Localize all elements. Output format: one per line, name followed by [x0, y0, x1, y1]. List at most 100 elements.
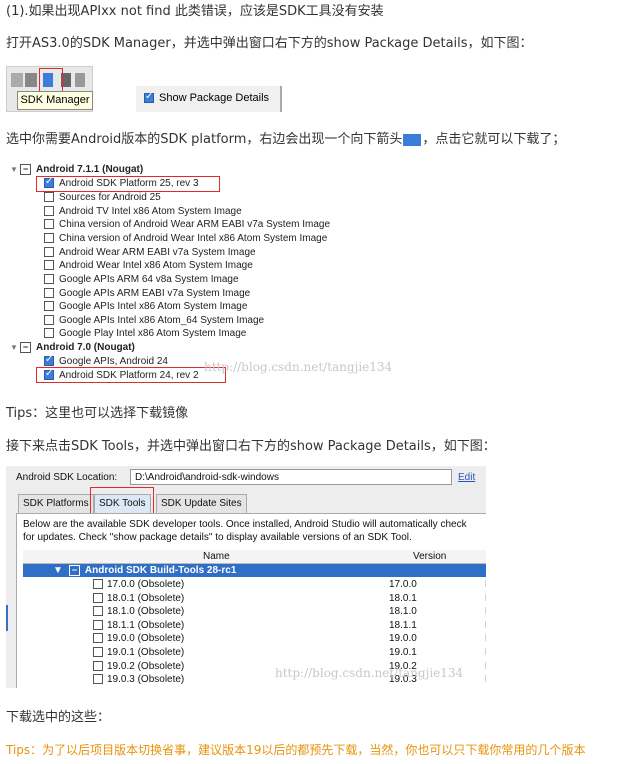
row-version: 18.1.1 [389, 620, 417, 631]
group-checkbox[interactable]: − [20, 341, 31, 353]
table-row[interactable]: 19.0.0 (Obsolete) 19.0.0 No [23, 632, 486, 645]
table-row[interactable]: 17.0.0 (Obsolete) 17.0.0 No [23, 578, 486, 591]
paragraph-select-platform: 选中你需要Android版本的SDK platform，右边会出现一个向下箭头 ，… [6, 132, 565, 148]
watermark: http://blog.csdn.net/tangjie134 [275, 666, 464, 680]
expand-arrow-icon[interactable]: ▼ [10, 163, 20, 176]
item-checkbox[interactable] [44, 315, 54, 326]
row-checkbox[interactable] [93, 606, 103, 617]
row-checkbox[interactable] [93, 620, 103, 631]
item-checkbox[interactable] [44, 328, 54, 339]
paragraph-api-error: (1).如果出现APIxx not find 此类错误，应该是SDK工具没有安装 [6, 4, 384, 19]
table-row-build-tools[interactable]: ▼ − Android SDK Build-Tools 28-rc1 [23, 564, 486, 577]
tree-item[interactable]: Google Play Intel x86 Atom System Image [44, 327, 246, 340]
watermark: http://blog.csdn.net/tangjie134 [204, 360, 393, 374]
tree-item[interactable]: China version of Android Wear Intel x86 … [44, 232, 327, 245]
row-status: No [485, 632, 486, 645]
show-package-details-checkbox[interactable] [144, 91, 154, 103]
highlight-box [36, 176, 220, 192]
tab-sdk-platforms[interactable]: SDK Platforms [18, 494, 94, 513]
row-name: 17.0.0 (Obsolete) [107, 579, 185, 590]
item-checkbox[interactable] [44, 206, 54, 217]
row-status: No [485, 660, 486, 673]
column-header-version[interactable]: Version [413, 550, 446, 563]
toolbar-icon [75, 73, 85, 87]
tree-item[interactable]: Google APIs ARM 64 v8a System Image [44, 273, 239, 286]
paragraph-select-platform-start: 选中你需要Android版本的SDK platform，右边会出现一个向下箭头 [6, 132, 403, 147]
row-version: 17.0.0 [389, 579, 417, 590]
download-arrow-icon [403, 133, 422, 146]
show-package-details-screenshot: Show Package Details [136, 86, 282, 112]
row-checkbox[interactable] [93, 633, 103, 644]
tab-sdk-update-sites[interactable]: SDK Update Sites [156, 494, 247, 513]
toolbar-icon [11, 73, 23, 87]
row-name: 18.1.1 (Obsolete) [107, 620, 185, 631]
tree-item-label: Android Wear ARM EABI v7a System Image [59, 247, 256, 258]
group-checkbox[interactable]: − [68, 564, 80, 576]
tree-item[interactable]: Google APIs Intel x86 Atom System Image [44, 300, 247, 313]
tree-item[interactable]: Google APIs ARM EABI v7a System Image [44, 287, 250, 300]
row-status: No [485, 592, 486, 605]
row-checkbox[interactable] [93, 674, 103, 685]
highlight-box [39, 68, 63, 92]
item-checkbox[interactable] [44, 247, 54, 258]
sdk-location-field[interactable]: D:\Android\android-sdk-windows [130, 469, 452, 485]
paragraph-select-platform-end: ，点击它就可以下载了； [422, 132, 566, 147]
tree-item[interactable]: Android Wear ARM EABI v7a System Image [44, 246, 256, 259]
table-row[interactable]: 18.0.1 (Obsolete) 18.0.1 No [23, 592, 486, 605]
tree-item-label: China version of Android Wear ARM EABI v… [59, 219, 331, 230]
highlight-box [36, 367, 226, 383]
tree-item-label: Google APIs, Android 24 [59, 356, 168, 367]
row-checkbox[interactable] [93, 579, 103, 590]
row-version: 19.0.1 [389, 647, 417, 658]
row-name: 18.0.1 (Obsolete) [107, 593, 185, 604]
tree-item-label: Android TV Intel x86 Atom System Image [59, 206, 242, 217]
item-checkbox[interactable] [44, 192, 54, 203]
paragraph-tips-mirror: Tips：这里也可以选择下载镜像 [6, 406, 189, 421]
row-status: No [485, 605, 486, 618]
item-checkbox[interactable] [44, 219, 54, 230]
tree-group-android-70[interactable]: ▼ − Android 7.0 (Nougat) [10, 341, 135, 354]
row-name: 19.0.3 (Obsolete) [107, 674, 185, 685]
edit-link[interactable]: Edit [458, 472, 475, 483]
item-checkbox[interactable] [44, 354, 54, 367]
table-row[interactable]: 18.1.0 (Obsolete) 18.1.0 No [23, 605, 486, 618]
sdk-tools-description: Below are the available SDK developer to… [23, 518, 467, 544]
tree-item-label: Google Play Intel x86 Atom System Image [59, 328, 247, 339]
tree-item[interactable]: Android TV Intel x86 Atom System Image [44, 205, 242, 218]
item-checkbox[interactable] [44, 288, 54, 299]
tree-item[interactable]: Google APIs Intel x86 Atom_64 System Ima… [44, 314, 264, 327]
tree-item[interactable]: China version of Android Wear ARM EABI v… [44, 218, 330, 231]
tree-item[interactable]: Sources for Android 25 [44, 191, 161, 204]
tree-group-label: Android 7.0 (Nougat) [36, 342, 135, 353]
tree-item[interactable]: Android Wear Intel x86 Atom System Image [44, 259, 253, 272]
sdk-location-label: Android SDK Location: [16, 472, 118, 483]
group-checkbox[interactable]: − [20, 163, 31, 175]
left-accent-strip [6, 605, 8, 631]
row-status: No [485, 578, 486, 591]
row-version: 18.1.0 [389, 606, 417, 617]
row-status: No [485, 646, 486, 659]
expand-arrow-icon[interactable]: ▼ [10, 341, 20, 354]
table-row[interactable]: 18.1.1 (Obsolete) 18.1.1 No [23, 619, 486, 632]
paragraph-open-sdk-manager: 打开AS3.0的SDK Manager，并选中弹出窗口右下方的show Pack… [6, 36, 533, 51]
expand-arrow-icon[interactable]: ▼ [53, 565, 63, 576]
item-checkbox[interactable] [44, 274, 54, 285]
tree-group-label: Android 7.1.1 (Nougat) [36, 164, 144, 175]
item-checkbox[interactable] [44, 260, 54, 271]
column-header-name[interactable]: Name [203, 550, 230, 563]
paragraph-download-selected: 下载选中的这些： [6, 710, 111, 725]
sdk-tools-panel: Below are the available SDK developer to… [16, 513, 486, 688]
row-checkbox[interactable] [93, 593, 103, 604]
row-status: No [485, 673, 486, 686]
sdk-manager-tooltip: SDK Manager [17, 91, 93, 110]
table-header: Name Version [23, 550, 486, 564]
item-checkbox[interactable] [44, 233, 54, 244]
tree-item-label: Android Wear Intel x86 Atom System Image [59, 260, 253, 271]
row-checkbox[interactable] [93, 661, 103, 672]
row-status: No [485, 619, 486, 632]
tree-group-android-711[interactable]: ▼ − Android 7.1.1 (Nougat) [10, 163, 143, 176]
description-line: Below are the available SDK developer to… [23, 519, 467, 530]
item-checkbox[interactable] [44, 301, 54, 312]
table-row[interactable]: 19.0.1 (Obsolete) 19.0.1 No [23, 646, 486, 659]
row-checkbox[interactable] [93, 647, 103, 658]
